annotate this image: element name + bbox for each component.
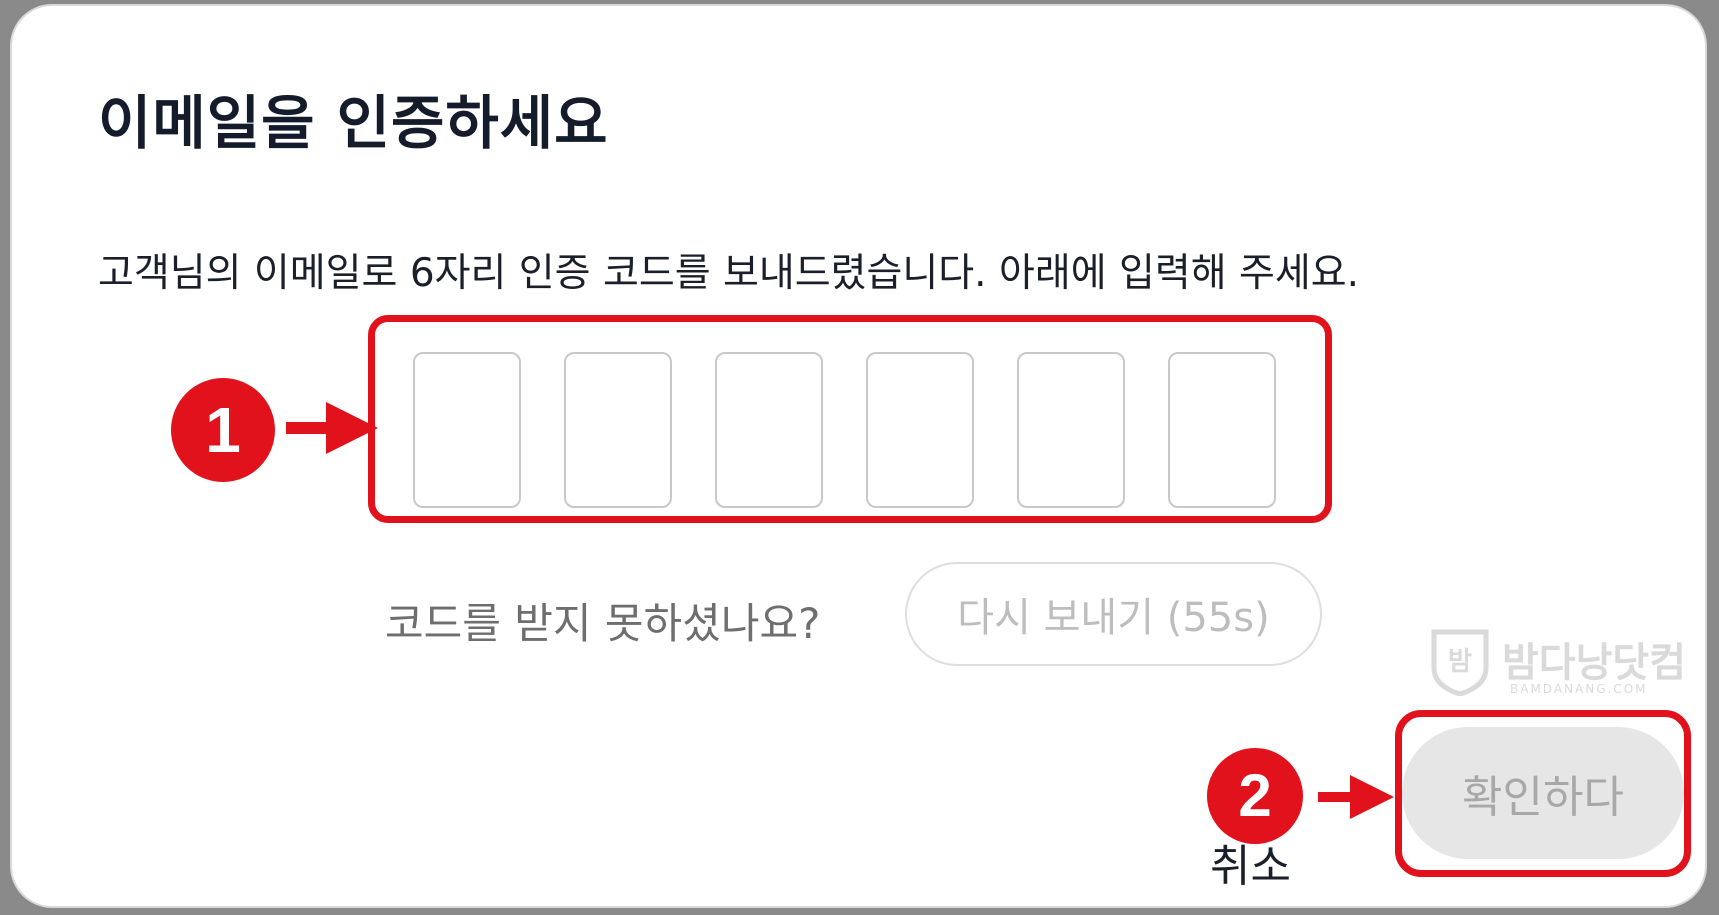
resend-button[interactable]: 다시 보내기 (55s): [905, 562, 1322, 666]
cancel-button[interactable]: 취소: [1210, 830, 1291, 894]
resend-question-text: 코드를 받지 못하셨나요?: [385, 599, 821, 648]
arrow-right-icon: [286, 402, 378, 454]
code-digit-1[interactable]: [413, 352, 521, 508]
code-digit-2[interactable]: [564, 352, 672, 508]
code-digit-4[interactable]: [866, 352, 974, 508]
watermark-name: 밤다낭닷컴: [1502, 640, 1686, 686]
arrow-right-icon: [1318, 775, 1394, 819]
code-digit-3[interactable]: [715, 352, 823, 508]
code-digit-6[interactable]: [1168, 352, 1276, 508]
code-digit-5[interactable]: [1017, 352, 1125, 508]
step-1-badge: 1: [171, 378, 275, 482]
dialog-title: 이메일을 인증하세요: [98, 89, 609, 157]
watermark-domain: BAMDANANG.COM: [1510, 682, 1648, 696]
shield-logo-icon: 밤: [1431, 629, 1489, 696]
watermark-logo-char: 밤: [1448, 647, 1472, 677]
code-input-group-highlight: [368, 315, 1332, 523]
confirm-button[interactable]: 확인하다: [1402, 727, 1684, 859]
dialog-description: 고객님의 이메일로 6자리 인증 코드를 보내드렸습니다. 아래에 입력해 주세…: [98, 251, 1360, 296]
